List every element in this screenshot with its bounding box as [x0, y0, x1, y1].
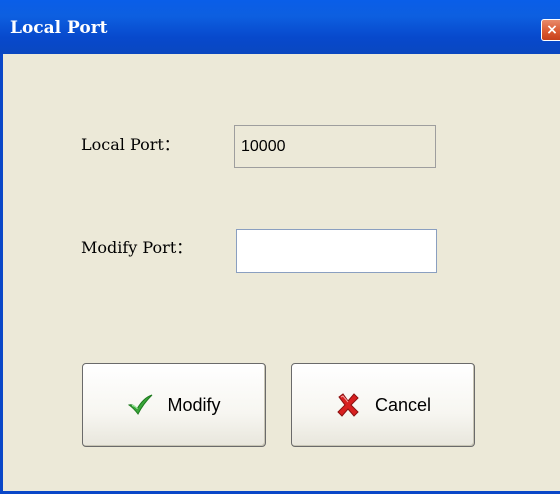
- cancel-button-label: Cancel: [374, 394, 432, 415]
- modify-button[interactable]: Modify: [82, 363, 266, 447]
- local-port-dialog: Local Port × Local Port： 10000 Modify Po…: [0, 0, 560, 494]
- modify-port-input[interactable]: [236, 229, 437, 273]
- close-icon: ×: [546, 22, 558, 38]
- title-bar[interactable]: Local Port ×: [0, 0, 560, 54]
- close-button[interactable]: ×: [541, 19, 560, 41]
- modify-button-label: Modify: [167, 394, 221, 415]
- local-port-field: 10000: [234, 125, 436, 168]
- modify-port-label: Modify Port：: [81, 238, 193, 257]
- local-port-label: Local Port：: [81, 135, 180, 154]
- checkmark-icon: [128, 394, 153, 415]
- red-x-icon: [337, 393, 359, 417]
- cancel-button[interactable]: Cancel: [291, 363, 475, 447]
- window-title: Local Port: [10, 18, 108, 38]
